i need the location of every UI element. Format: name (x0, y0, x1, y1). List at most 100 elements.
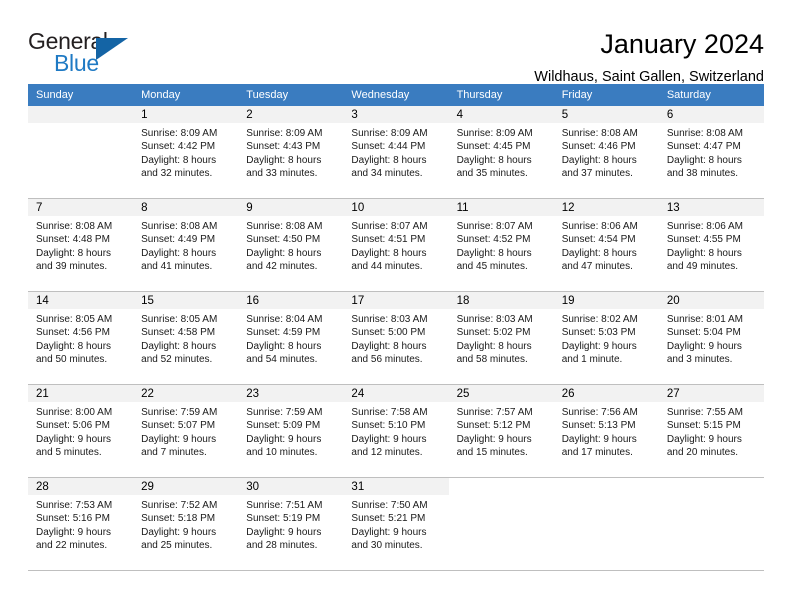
calendar-day-cell[interactable]: 12 Sunrise: 8:06 AM Sunset: 4:54 PM Dayligh… (553, 198, 659, 292)
day-detail-line: and 17 minutes. (561, 446, 633, 458)
calendar-day-cell[interactable]: 11 Sunrise: 8:07 AM Sunset: 4:52 PM Dayligh… (448, 198, 554, 292)
calendar-day-cell[interactable]: 15 Sunrise: 8:05 AM Sunset: 4:58 PM Dayligh… (133, 291, 239, 385)
day-cell-inner: 8 Sunrise: 8:08 AM Sunset: 4:49 PM Daylight… (133, 199, 239, 291)
day-detail-line: Sunset: 4:48 PM (36, 234, 110, 246)
calendar-day-cell[interactable]: 1 Sunrise: 8:09 AM Sunset: 4:42 PM Daylight… (133, 106, 239, 199)
day-cell-inner: 7 Sunrise: 8:08 AM Sunset: 4:48 PM Daylight… (28, 199, 134, 291)
day-cell-inner: 30 Sunrise: 7:51 AM Sunset: 5:19 PM Dayligh… (238, 478, 344, 570)
day-detail-line: Sunrise: 8:07 AM (456, 221, 533, 232)
calendar-day-cell[interactable]: 20 Sunrise: 8:01 AM Sunset: 5:04 PM Dayligh… (658, 291, 764, 385)
day-detail-line: Sunrise: 8:05 AM (36, 314, 113, 325)
weekday-header-sunday: Sunday (28, 84, 134, 106)
day-detail-line: and 41 minutes. (141, 260, 213, 272)
calendar-week-row: 28 Sunrise: 7:53 AM Sunset: 5:16 PM Dayligh… (28, 477, 764, 570)
day-number: 13 (658, 199, 764, 216)
day-detail-line: and 7 minutes. (141, 446, 207, 458)
day-number: 28 (28, 478, 134, 495)
day-detail-line: and 30 minutes. (351, 539, 423, 551)
day-detail-line: and 32 minutes. (141, 167, 213, 179)
calendar-day-cell[interactable]: 24 Sunrise: 7:58 AM Sunset: 5:10 PM Dayligh… (343, 384, 449, 478)
day-detail-line: Sunrise: 8:07 AM (351, 221, 428, 232)
day-cell-inner: 12 Sunrise: 8:06 AM Sunset: 4:54 PM Dayligh… (553, 199, 659, 291)
day-detail-line: and 15 minutes. (456, 446, 528, 458)
weekday-header-monday: Monday (133, 84, 239, 106)
calendar-day-cell[interactable]: 25 Sunrise: 7:57 AM Sunset: 5:12 PM Dayligh… (448, 384, 554, 478)
day-detail-line: Daylight: 9 hours (141, 526, 217, 538)
day-detail-line: Sunrise: 7:50 AM (351, 500, 428, 511)
day-cell-inner: 13 Sunrise: 8:06 AM Sunset: 4:55 PM Dayligh… (658, 199, 764, 291)
day-number: 5 (553, 106, 659, 123)
calendar-day-cell[interactable]: 2 Sunrise: 8:09 AM Sunset: 4:43 PM Daylight… (238, 106, 344, 199)
day-detail-line: and 22 minutes. (36, 539, 108, 551)
day-detail-line: Sunrise: 8:05 AM (141, 314, 218, 325)
calendar-empty-cell (28, 106, 134, 199)
day-detail-line: and 34 minutes. (351, 167, 423, 179)
day-detail-line: Sunrise: 7:57 AM (456, 407, 533, 418)
calendar-day-cell[interactable]: 8 Sunrise: 8:08 AM Sunset: 4:49 PM Daylight… (133, 198, 239, 292)
calendar-day-cell[interactable]: 29 Sunrise: 7:52 AM Sunset: 5:18 PM Dayligh… (133, 477, 239, 570)
day-detail-line: Daylight: 9 hours (246, 526, 322, 538)
day-number: 18 (448, 292, 554, 309)
day-cell-inner: 18 Sunrise: 8:03 AM Sunset: 5:02 PM Dayligh… (448, 292, 554, 384)
calendar-day-cell[interactable]: 6 Sunrise: 8:08 AM Sunset: 4:47 PM Daylight… (658, 106, 764, 199)
day-detail-line: Sunrise: 8:01 AM (666, 314, 743, 325)
day-number: 21 (28, 385, 134, 402)
day-detail-line: Sunset: 4:43 PM (246, 141, 321, 153)
day-number: 3 (343, 106, 449, 123)
day-detail-line: Daylight: 8 hours (141, 154, 217, 166)
day-details (449, 495, 554, 499)
day-detail-line: Sunset: 4:49 PM (141, 234, 216, 246)
weekday-header-wednesday: Wednesday (343, 84, 449, 106)
calendar-day-cell[interactable]: 4 Sunrise: 8:09 AM Sunset: 4:45 PM Daylight… (448, 106, 554, 199)
day-details: Sunrise: 8:07 AM Sunset: 4:52 PM Daylight:… (449, 216, 554, 273)
calendar-day-cell[interactable]: 10 Sunrise: 8:07 AM Sunset: 4:51 PM Dayligh… (343, 198, 449, 292)
day-details: Sunrise: 8:09 AM Sunset: 4:42 PM Daylight:… (133, 123, 238, 180)
day-cell-inner: 11 Sunrise: 8:07 AM Sunset: 4:52 PM Dayligh… (448, 199, 554, 291)
day-detail-line: and 38 minutes. (666, 167, 739, 179)
day-detail-line: Daylight: 9 hours (36, 526, 112, 538)
calendar-day-cell[interactable]: 7 Sunrise: 8:08 AM Sunset: 4:48 PM Daylight… (28, 198, 134, 292)
day-cell-inner: 20 Sunrise: 8:01 AM Sunset: 5:04 PM Dayligh… (658, 292, 764, 384)
calendar-day-cell[interactable]: 18 Sunrise: 8:03 AM Sunset: 5:02 PM Dayligh… (448, 291, 554, 385)
day-details: Sunrise: 8:05 AM Sunset: 4:58 PM Daylight:… (133, 309, 238, 366)
calendar-day-cell[interactable]: 27 Sunrise: 7:55 AM Sunset: 5:15 PM Dayligh… (658, 384, 764, 478)
calendar-day-cell[interactable]: 16 Sunrise: 8:04 AM Sunset: 4:59 PM Dayligh… (238, 291, 344, 385)
day-detail-line: Sunrise: 7:55 AM (666, 407, 743, 418)
day-details: Sunrise: 8:08 AM Sunset: 4:46 PM Daylight:… (554, 123, 659, 180)
calendar-day-cell[interactable]: 31 Sunrise: 7:50 AM Sunset: 5:21 PM Dayligh… (343, 477, 449, 570)
day-detail-line: Daylight: 8 hours (36, 340, 112, 352)
calendar-day-cell[interactable]: 5 Sunrise: 8:08 AM Sunset: 4:46 PM Daylight… (553, 106, 659, 199)
day-detail-line: and 28 minutes. (246, 539, 318, 551)
day-detail-line: Sunset: 4:46 PM (561, 141, 636, 153)
calendar-day-cell[interactable]: 17 Sunrise: 8:03 AM Sunset: 5:00 PM Dayligh… (343, 291, 449, 385)
calendar-day-cell[interactable]: 22 Sunrise: 7:59 AM Sunset: 5:07 PM Dayligh… (133, 384, 239, 478)
general-blue-logo[interactable]: General Blue (28, 28, 148, 76)
calendar-day-cell[interactable]: 14 Sunrise: 8:05 AM Sunset: 4:56 PM Dayligh… (28, 291, 134, 385)
day-detail-line: Sunrise: 8:03 AM (456, 314, 533, 325)
calendar-day-cell[interactable]: 13 Sunrise: 8:06 AM Sunset: 4:55 PM Dayligh… (658, 198, 764, 292)
calendar-day-cell[interactable]: 19 Sunrise: 8:02 AM Sunset: 5:03 PM Dayligh… (553, 291, 659, 385)
day-detail-line: and 44 minutes. (351, 260, 423, 272)
day-detail-line: Daylight: 8 hours (351, 247, 427, 259)
day-detail-line: Sunset: 5:03 PM (561, 327, 636, 339)
calendar-day-cell[interactable]: 3 Sunrise: 8:09 AM Sunset: 4:44 PM Daylight… (343, 106, 449, 199)
day-details: Sunrise: 7:50 AM Sunset: 5:21 PM Daylight:… (343, 495, 448, 552)
day-detail-line: Sunrise: 8:09 AM (246, 128, 323, 139)
logo-text-blue: Blue (54, 50, 99, 76)
day-cell-inner (659, 478, 764, 570)
day-details: Sunrise: 7:53 AM Sunset: 5:16 PM Daylight:… (28, 495, 133, 552)
day-detail-line: Daylight: 8 hours (246, 247, 322, 259)
day-number: 4 (448, 106, 554, 123)
day-detail-line: Sunrise: 7:58 AM (351, 407, 428, 418)
calendar-day-cell[interactable]: 26 Sunrise: 7:56 AM Sunset: 5:13 PM Dayligh… (553, 384, 659, 478)
calendar-day-cell[interactable]: 30 Sunrise: 7:51 AM Sunset: 5:19 PM Dayligh… (238, 477, 344, 570)
day-detail-line: Sunset: 5:13 PM (561, 420, 636, 432)
day-number (659, 478, 764, 495)
day-detail-line: Daylight: 9 hours (351, 526, 427, 538)
calendar-day-cell[interactable]: 9 Sunrise: 8:08 AM Sunset: 4:50 PM Daylight… (238, 198, 344, 292)
calendar-day-cell[interactable]: 28 Sunrise: 7:53 AM Sunset: 5:16 PM Dayligh… (28, 477, 134, 570)
calendar-day-cell[interactable]: 21 Sunrise: 8:00 AM Sunset: 5:06 PM Dayligh… (28, 384, 134, 478)
day-detail-line: Daylight: 8 hours (456, 247, 532, 259)
day-cell-inner: 16 Sunrise: 8:04 AM Sunset: 4:59 PM Dayligh… (238, 292, 344, 384)
calendar-day-cell[interactable]: 23 Sunrise: 7:59 AM Sunset: 5:09 PM Dayligh… (238, 384, 344, 478)
